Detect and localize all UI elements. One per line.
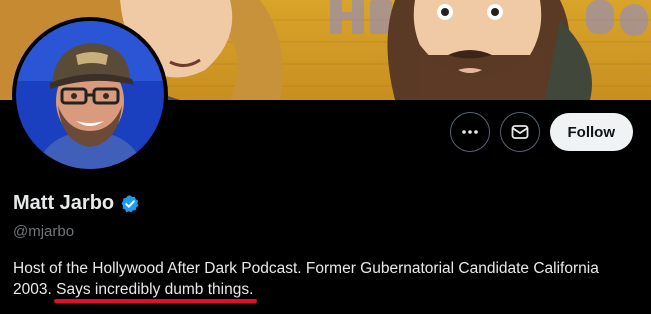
profile-photo xyxy=(16,21,164,169)
profile-name-row: Matt Jarbo xyxy=(13,192,140,215)
bio-highlight-text: Says incredibly dumb things. xyxy=(56,281,254,298)
profile-bio: Host of the Hollywood After Dark Podcast… xyxy=(13,258,638,303)
envelope-icon xyxy=(511,125,528,139)
profile-actions: Follow xyxy=(449,112,633,152)
profile-name: Matt Jarbo xyxy=(13,192,115,214)
red-underline-annotation xyxy=(54,299,258,303)
profile-handle: @mjarbo xyxy=(13,223,75,240)
bio-highlight: Says incredibly dumb things. xyxy=(54,281,258,303)
avatar[interactable] xyxy=(12,17,168,173)
message-button[interactable] xyxy=(499,112,540,152)
more-icon xyxy=(461,130,478,134)
verified-badge-icon[interactable] xyxy=(120,194,140,214)
more-button[interactable] xyxy=(449,112,490,152)
follow-button[interactable]: Follow xyxy=(549,113,633,151)
